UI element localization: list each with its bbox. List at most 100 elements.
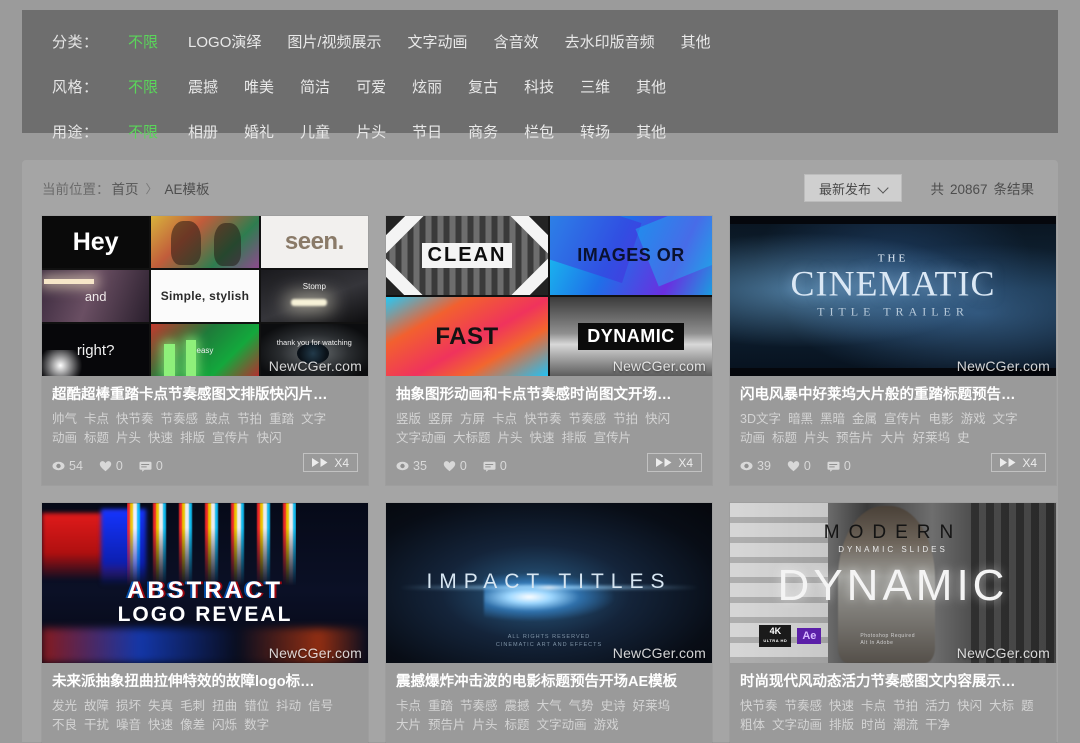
template-card[interactable]: ABSTRACT LOGO REVEAL NewCGer.com 未来派抽象扭曲… [42, 503, 368, 743]
tag[interactable]: 卡点 [492, 412, 517, 426]
card-thumbnail[interactable]: ABSTRACT LOGO REVEAL NewCGer.com [42, 503, 368, 663]
tag[interactable]: 文字动画 [537, 718, 587, 732]
tag[interactable]: 潮流 [893, 718, 918, 732]
filter-option-category-5[interactable]: 去水印版音频 [565, 31, 655, 52]
tag[interactable]: 节奏感 [460, 699, 498, 713]
tag[interactable]: 宣传片 [212, 431, 250, 445]
tag[interactable]: 快闪 [957, 699, 982, 713]
filter-option-style-3[interactable]: 简洁 [300, 76, 330, 97]
tag[interactable]: 预告片 [836, 431, 874, 445]
tag[interactable]: 黑暗 [820, 412, 845, 426]
filter-option-usage-5[interactable]: 节日 [412, 121, 442, 142]
tag[interactable]: 卡点 [861, 699, 886, 713]
tag[interactable]: 好莱坞 [913, 431, 951, 445]
tag[interactable]: 失真 [148, 699, 173, 713]
tag[interactable]: 快速 [829, 699, 854, 713]
card-thumbnail[interactable]: IMPACT TITLES ALL RIGHTS RESERVED CINEMA… [386, 503, 712, 663]
tag[interactable]: 节拍 [613, 412, 638, 426]
tag[interactable]: 像差 [180, 718, 205, 732]
card-title[interactable]: 时尚现代风动态活力节奏感图文内容展示… [740, 672, 1046, 692]
filter-option-style-1[interactable]: 震撼 [188, 76, 218, 97]
tag[interactable]: 电影 [929, 412, 954, 426]
tag[interactable]: 标题 [84, 431, 109, 445]
filter-option-category-0[interactable]: 不限 [128, 31, 158, 52]
card-title[interactable]: 未来派抽象扭曲拉伸特效的故障logo标… [52, 672, 358, 692]
tag[interactable]: 快速 [530, 431, 555, 445]
filter-option-usage-9[interactable]: 其他 [636, 121, 666, 142]
tag[interactable]: 文字动画 [772, 718, 822, 732]
tag[interactable]: 金属 [852, 412, 877, 426]
breadcrumb-current[interactable]: AE模板 [165, 178, 210, 198]
tag[interactable]: 3D文字 [740, 412, 781, 426]
card-title[interactable]: 震撼爆炸冲击波的电影标题预告开场AE模板 [396, 672, 702, 692]
tag[interactable]: 闪烁 [212, 718, 237, 732]
tag[interactable]: 竖屏 [428, 412, 453, 426]
tag[interactable]: 节奏感 [161, 412, 199, 426]
tag[interactable]: 损坏 [116, 699, 141, 713]
tag[interactable]: 片头 [804, 431, 829, 445]
template-card[interactable]: THE CINEMATIC TITLE TRAILER NewCGer.com … [730, 216, 1056, 485]
tag[interactable]: 信号 [308, 699, 333, 713]
tag[interactable]: 鼓点 [205, 412, 230, 426]
tag[interactable]: 毛刺 [180, 699, 205, 713]
tag[interactable]: 大标 [989, 699, 1014, 713]
tag[interactable]: 干净 [925, 718, 950, 732]
filter-option-usage-6[interactable]: 商务 [468, 121, 498, 142]
tag[interactable]: 节拍 [237, 412, 262, 426]
tag[interactable]: 片头 [116, 431, 141, 445]
tag[interactable]: 快节奏 [524, 412, 562, 426]
filter-option-usage-0[interactable]: 不限 [128, 121, 158, 142]
filter-option-style-8[interactable]: 三维 [580, 76, 610, 97]
tag[interactable]: 帅气 [52, 412, 77, 426]
tag[interactable]: 快闪 [645, 412, 670, 426]
tag[interactable]: 不良 [52, 718, 77, 732]
filter-option-category-2[interactable]: 图片/视频展示 [287, 31, 381, 52]
filter-option-style-2[interactable]: 唯美 [244, 76, 274, 97]
tag[interactable]: 史诗 [601, 699, 626, 713]
filter-option-category-4[interactable]: 含音效 [494, 31, 539, 52]
tag[interactable]: 快闪 [257, 431, 282, 445]
filter-option-style-5[interactable]: 炫丽 [412, 76, 442, 97]
filter-option-style-4[interactable]: 可爱 [356, 76, 386, 97]
tag[interactable]: 震撼 [505, 699, 530, 713]
tag[interactable]: 卡点 [84, 412, 109, 426]
tag[interactable]: 方屏 [460, 412, 485, 426]
tag[interactable]: 大片 [881, 431, 906, 445]
tag[interactable]: 噪音 [116, 718, 141, 732]
tag[interactable]: 宣传片 [884, 412, 922, 426]
tag[interactable]: 片头 [473, 718, 498, 732]
template-card[interactable]: MODERN DYNAMIC SLIDES DYNAMIC 4K ULTRA HD… [730, 503, 1056, 743]
tag[interactable]: 排版 [562, 431, 587, 445]
tag[interactable]: 发光 [52, 699, 77, 713]
tag[interactable]: 故障 [84, 699, 109, 713]
tag[interactable]: 抖动 [276, 699, 301, 713]
filter-option-style-6[interactable]: 复古 [468, 76, 498, 97]
tag[interactable]: 重踏 [428, 699, 453, 713]
card-thumbnail[interactable]: MODERN DYNAMIC SLIDES DYNAMIC 4K ULTRA HD… [730, 503, 1056, 663]
tag[interactable]: 活力 [925, 699, 950, 713]
filter-option-usage-8[interactable]: 转场 [580, 121, 610, 142]
filter-option-usage-1[interactable]: 相册 [188, 121, 218, 142]
filter-option-usage-4[interactable]: 片头 [356, 121, 386, 142]
template-card[interactable]: CLEAN IMAGES OR FAST DYNAMIC NewCGer.com… [386, 216, 712, 485]
filter-option-usage-7[interactable]: 栏包 [524, 121, 554, 142]
tag[interactable]: 文字 [301, 412, 326, 426]
filter-option-usage-3[interactable]: 儿童 [300, 121, 330, 142]
tag[interactable]: 干扰 [84, 718, 109, 732]
filter-option-style-0[interactable]: 不限 [128, 76, 158, 97]
tag[interactable]: 粗体 [740, 718, 765, 732]
filter-option-category-1[interactable]: LOGO演绎 [188, 31, 261, 52]
card-thumbnail[interactable]: CLEAN IMAGES OR FAST DYNAMIC NewCGer.com [386, 216, 712, 376]
tag[interactable]: 错位 [244, 699, 269, 713]
card-title[interactable]: 抽象图形动画和卡点节奏感时尚图文开场… [396, 385, 702, 405]
tag[interactable]: 快速 [148, 431, 173, 445]
tag[interactable]: 大标题 [453, 431, 491, 445]
tag[interactable]: 片头 [498, 431, 523, 445]
card-title[interactable]: 超酷超棒重踏卡点节奏感图文排版快闪片… [52, 385, 358, 405]
tag[interactable]: 暗黑 [788, 412, 813, 426]
tag[interactable]: 游戏 [961, 412, 986, 426]
filter-option-style-7[interactable]: 科技 [524, 76, 554, 97]
tag[interactable]: 时尚 [861, 718, 886, 732]
tag[interactable]: 大片 [396, 718, 421, 732]
tag[interactable]: 气势 [569, 699, 594, 713]
